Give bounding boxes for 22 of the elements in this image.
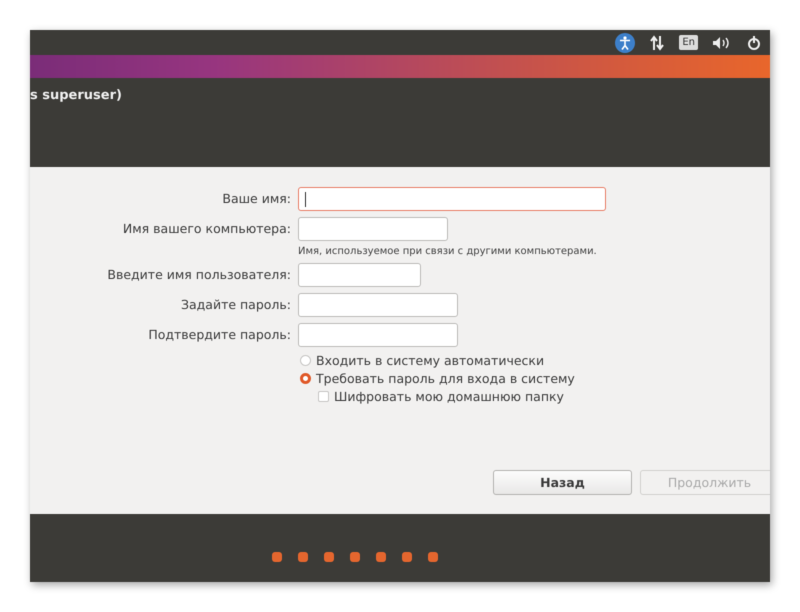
checkbox-label[interactable]: Шифровать мою домашнюю папку [334,389,564,404]
field-hint: Имя, используемое при связи с другими компьютерами. [298,246,598,257]
field-label: Введите имя пользователя: [106,266,291,284]
radio-label[interactable]: Входить в систему автоматически [316,353,544,368]
text-field[interactable] [298,217,448,241]
field-label: Задайте пароль: [180,296,291,314]
keyboard-layout-indicator[interactable]: En [679,35,698,50]
text-field[interactable] [298,187,606,211]
field-label: Имя вашего компьютера: [122,220,291,238]
network-arrows-icon[interactable] [649,34,666,50]
radio-label[interactable]: Требовать пароль для входа в систему [316,371,575,386]
checkbox[interactable] [318,391,329,402]
field-label: Ваше имя: [221,190,291,208]
field-label: Подтвердите пароль: [147,326,291,344]
text-field[interactable] [298,323,458,347]
text-field[interactable] [298,293,458,317]
radio-button[interactable] [300,373,311,384]
window-title: s superuser) [30,88,122,103]
radio-button[interactable] [300,355,311,366]
dialog-button[interactable]: Назад [493,470,632,495]
text-field[interactable] [298,263,421,287]
accessibility-icon[interactable] [615,32,636,52]
